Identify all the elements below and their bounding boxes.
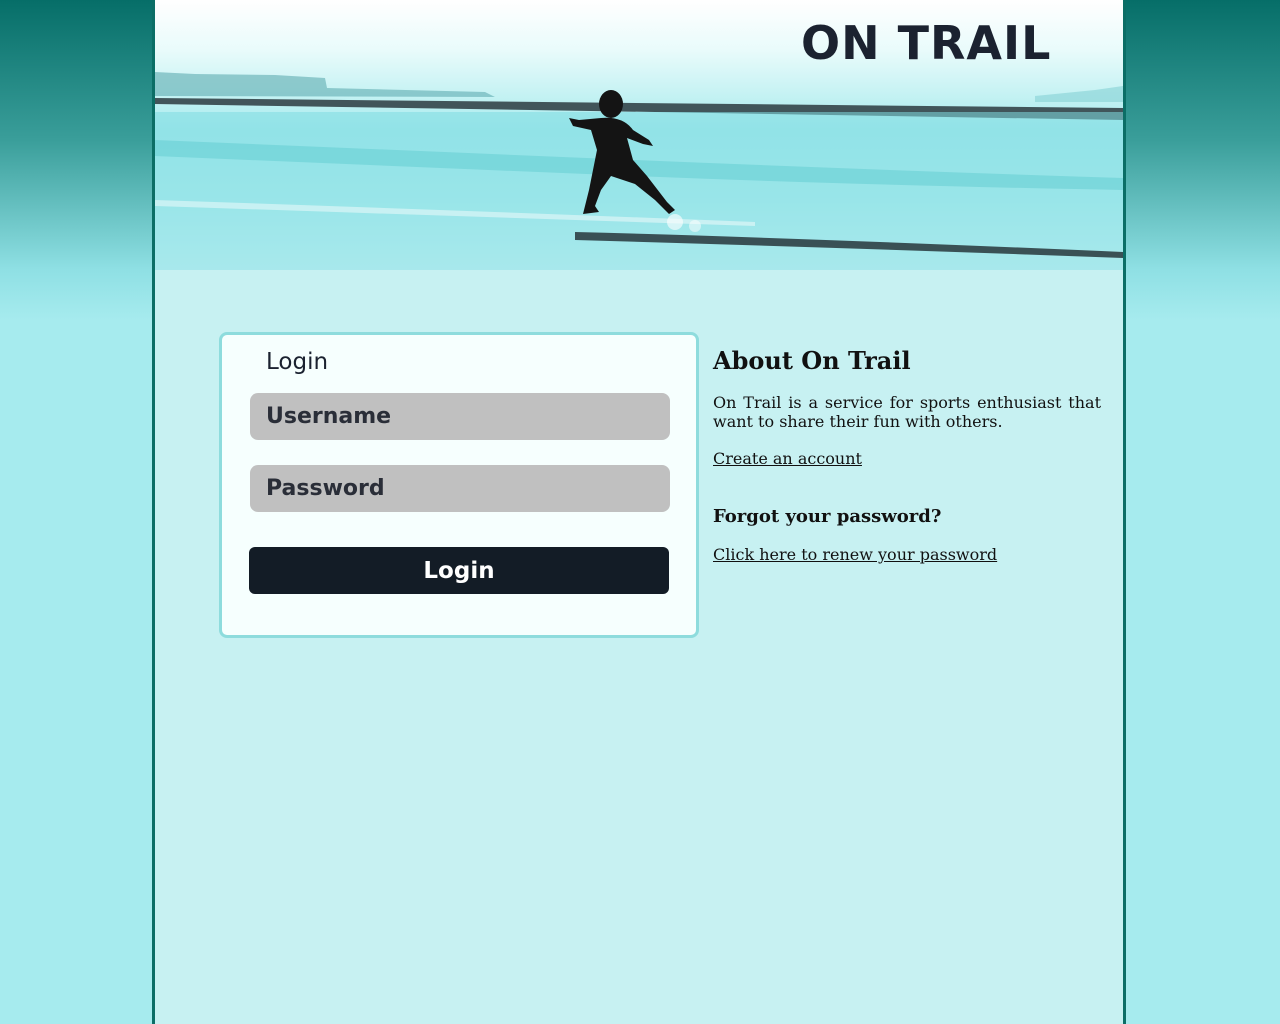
password-input[interactable] [250,465,670,512]
forgot-password-heading: Forgot your password? [713,506,942,527]
about-section: About On Trail On Trail is a service for… [713,346,1101,564]
create-account-link[interactable]: Create an account [713,449,862,468]
login-button[interactable]: Login [249,547,669,594]
brand-logo-text: ON TRAIL [801,16,1052,70]
header-banner: ON TRAIL [155,0,1123,270]
about-description: On Trail is a service for sports enthusi… [713,393,1101,431]
page-container: ON TRAIL Login Login About On Trail On T… [152,0,1126,1024]
login-panel: Login Login [219,332,699,638]
renew-password-link[interactable]: Click here to renew your password [713,545,997,564]
login-title: Login [266,349,329,375]
username-input[interactable] [250,393,670,440]
about-heading: About On Trail [713,346,911,375]
